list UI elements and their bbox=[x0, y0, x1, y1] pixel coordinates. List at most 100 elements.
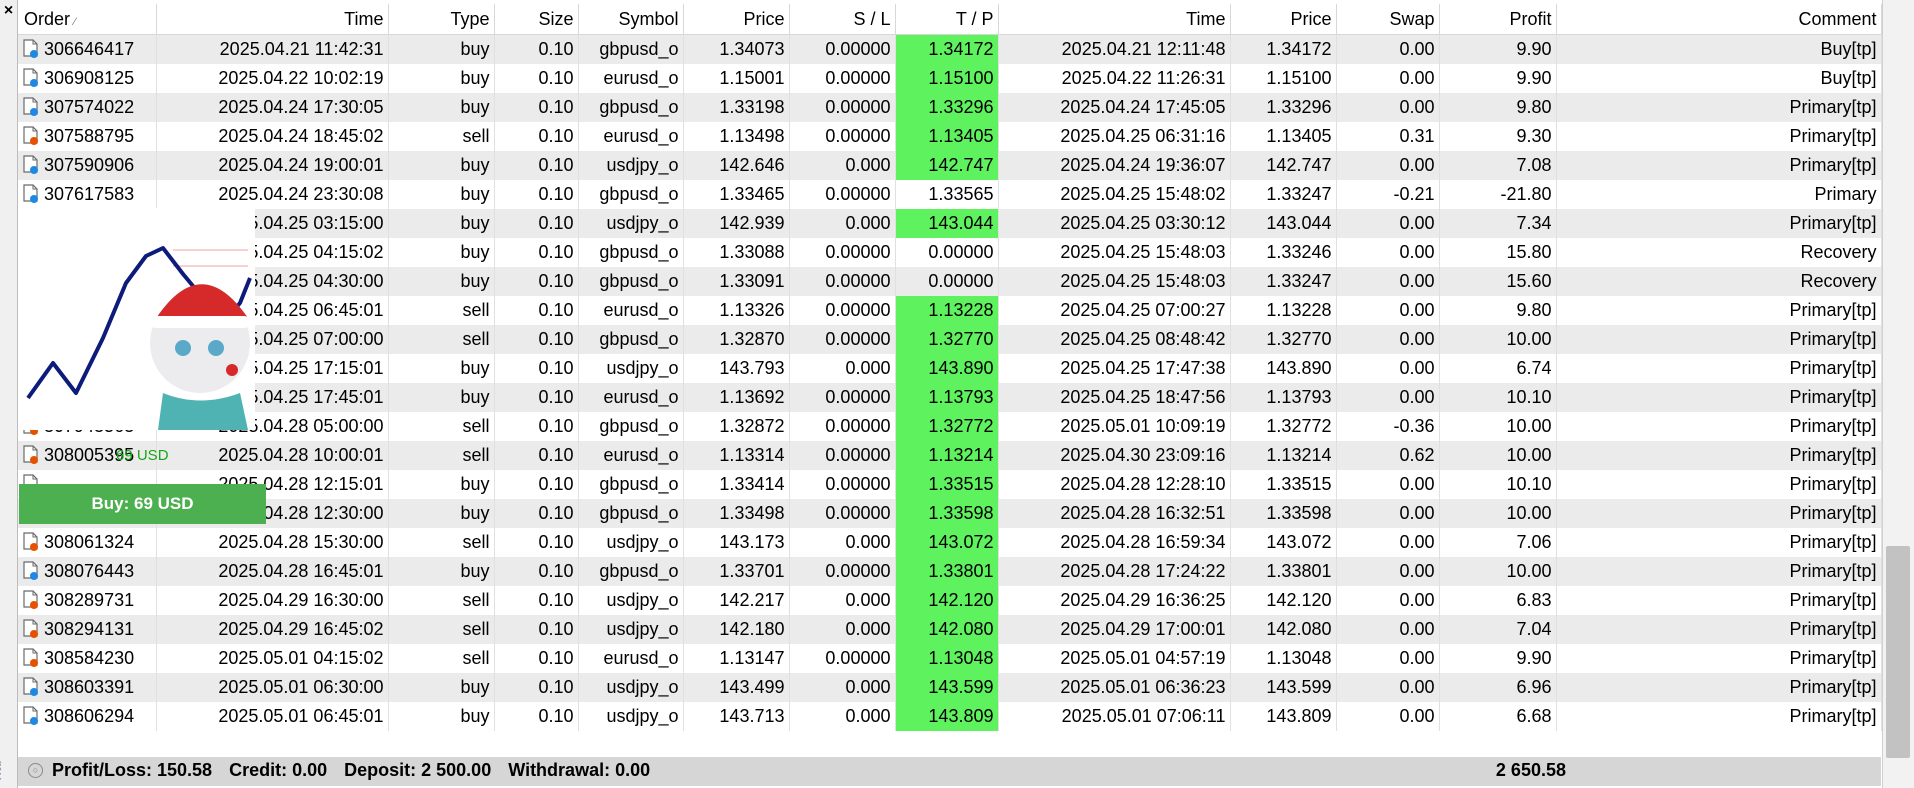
order-number: 308606294 bbox=[44, 706, 135, 726]
type-cell: buy bbox=[388, 64, 495, 93]
swap-cell: 0.00 bbox=[1336, 499, 1440, 528]
table-row[interactable]: 2025.04.25 04:15:02 buy 0.10 gbpusd_o 1.3308… bbox=[18, 238, 1882, 267]
column-header-order[interactable]: Order ⁄ bbox=[18, 4, 157, 35]
table-row[interactable]: 308603391 2025.05.01 06:30:00 buy 0.10 usdjp… bbox=[18, 673, 1882, 702]
column-header-profit[interactable]: Profit bbox=[1439, 4, 1557, 35]
table-body: 306646417 2025.04.21 11:42:31 buy 0.10 gbpus… bbox=[18, 34, 1882, 731]
table-row[interactable]: 2025.04.25 17:15:01 buy 0.10 usdjpy_o 143.79… bbox=[18, 354, 1882, 383]
table-row[interactable]: 308076443 2025.04.28 16:45:01 buy 0.10 gbpus… bbox=[18, 557, 1882, 586]
swap-cell: 0.00 bbox=[1336, 325, 1440, 354]
column-header-close-price[interactable]: Price bbox=[1230, 4, 1337, 35]
profit-cell: -21.80 bbox=[1439, 180, 1557, 209]
comment-cell: Primary[tp] bbox=[1556, 528, 1882, 557]
open-time-cell: 2025.04.28 16:45:01 bbox=[156, 557, 389, 586]
table-row[interactable]: 3080329262025.04.28 12:30:00buy0.10gbpus… bbox=[18, 499, 1882, 528]
profit-cell: 10.00 bbox=[1439, 412, 1557, 441]
table-row[interactable]: 306646417 2025.04.21 11:42:31 buy 0.10 gbpus… bbox=[18, 34, 1882, 64]
promo-overlay-image[interactable] bbox=[18, 208, 255, 430]
size-cell: 0.10 bbox=[494, 209, 579, 238]
column-header-size[interactable]: Size bbox=[494, 4, 579, 35]
profit-cell: 15.60 bbox=[1439, 267, 1557, 296]
comment-cell: Primary[tp] bbox=[1556, 209, 1882, 238]
symbol-cell: gbpusd_o bbox=[578, 412, 684, 441]
table-row[interactable]: 2025.04.25 04:30:00 buy 0.10 gbpusd_o 1.3309… bbox=[18, 267, 1882, 296]
order-cell: 307590906 bbox=[18, 151, 157, 180]
tp-cell: 1.33565 bbox=[895, 180, 999, 209]
symbol-cell: eurusd_o bbox=[578, 644, 684, 673]
comment-cell: Primary bbox=[1556, 180, 1882, 209]
comment-cell: Primary[tp] bbox=[1556, 557, 1882, 586]
table-row[interactable]: 2025.04.25 06:45:01 sell 0.10 eurusd_o 1.133… bbox=[18, 296, 1882, 325]
sl-cell: 0.000 bbox=[789, 702, 896, 731]
table-row[interactable]: 308289731 2025.04.29 16:30:00 sell 0.10 usdj… bbox=[18, 586, 1882, 615]
order-cell: 307574022 bbox=[18, 93, 157, 122]
comment-cell: Primary[tp] bbox=[1556, 354, 1882, 383]
profit-cell: 10.00 bbox=[1439, 441, 1557, 470]
trade-sell-icon bbox=[22, 126, 39, 146]
tp-cell: 143.599 bbox=[895, 673, 999, 702]
buy-button[interactable]: Buy: 69 USD bbox=[19, 484, 266, 524]
table-row[interactable]: 307574022 2025.04.24 17:30:05 buy 0.10 gbpus… bbox=[18, 93, 1882, 122]
open-price-cell: 1.33498 bbox=[683, 499, 790, 528]
column-header-sl[interactable]: S / L bbox=[789, 4, 896, 35]
profit-cell: 6.83 bbox=[1439, 586, 1557, 615]
table-row[interactable]: 2025.04.25 03:15:00 buy 0.10 usdjpy_o 142.93… bbox=[18, 209, 1882, 238]
column-header-type[interactable]: Type bbox=[388, 4, 495, 35]
table-row[interactable]: 307617583 2025.04.24 23:30:08 buy 0.10 gbpus… bbox=[18, 180, 1882, 209]
trade-sell-icon bbox=[22, 445, 39, 465]
column-header-tp[interactable]: T / P bbox=[895, 4, 999, 35]
table-row[interactable]: 307588795 2025.04.24 18:45:02 sell 0.10 euru… bbox=[18, 122, 1882, 151]
swap-cell: 0.31 bbox=[1336, 122, 1440, 151]
order-cell: 308606294 bbox=[18, 702, 157, 731]
size-cell: 0.10 bbox=[494, 238, 579, 267]
profit-cell: 7.06 bbox=[1439, 528, 1557, 557]
comment-cell: Primary[tp] bbox=[1556, 93, 1882, 122]
open-price-cell: 143.713 bbox=[683, 702, 790, 731]
column-header-open-price[interactable]: Price bbox=[683, 4, 790, 35]
profit-cell: 7.08 bbox=[1439, 151, 1557, 180]
column-header-swap[interactable]: Swap bbox=[1336, 4, 1440, 35]
column-header-comment[interactable]: Comment bbox=[1556, 4, 1882, 35]
close-time-cell: 2025.05.01 06:36:23 bbox=[998, 673, 1231, 702]
sl-cell: 0.000 bbox=[789, 615, 896, 644]
tp-cell: 143.072 bbox=[895, 528, 999, 557]
close-time-cell: 2025.04.25 15:48:03 bbox=[998, 238, 1231, 267]
tp-cell: 142.080 bbox=[895, 615, 999, 644]
type-cell: buy bbox=[388, 151, 495, 180]
table-row[interactable]: 308294131 2025.04.29 16:45:02 sell 0.10 usdj… bbox=[18, 615, 1882, 644]
close-price-cell: 1.32770 bbox=[1230, 325, 1337, 354]
swap-cell: 0.00 bbox=[1336, 673, 1440, 702]
table-row[interactable]: 3079435632025.04.28 05:00:00sell0.10gbpu… bbox=[18, 412, 1882, 441]
table-row[interactable]: 2025.04.25 17:45:01 buy 0.10 eurusd_o 1.1369… bbox=[18, 383, 1882, 412]
table-row[interactable]: 308584230 2025.05.01 04:15:02 sell 0.10 euru… bbox=[18, 644, 1882, 673]
open-time-cell: 2025.04.24 19:00:01 bbox=[156, 151, 389, 180]
table-row[interactable]: 308005395 2025.04.28 10:00:01 sell 0.10 euru… bbox=[18, 441, 1882, 470]
close-icon[interactable]: × bbox=[0, 0, 17, 22]
close-price-cell: 142.080 bbox=[1230, 615, 1337, 644]
column-header-open-time[interactable]: Time bbox=[156, 4, 389, 35]
table-row[interactable]: 2025.04.25 07:00:00 sell 0.10 gbpusd_o 1.328… bbox=[18, 325, 1882, 354]
table-row[interactable]: 308606294 2025.05.01 06:45:01 buy 0.10 usdjp… bbox=[18, 702, 1882, 731]
sl-cell: 0.00000 bbox=[789, 267, 896, 296]
order-cell: 308061324 bbox=[18, 528, 157, 557]
sl-cell: 0.00000 bbox=[789, 122, 896, 151]
profit-loss-value: Profit/Loss: 150.58 bbox=[52, 760, 213, 780]
vertical-scrollbar-thumb[interactable] bbox=[1886, 546, 1910, 758]
close-time-cell: 2025.04.24 17:45:05 bbox=[998, 93, 1231, 122]
trade-buy-icon bbox=[22, 39, 39, 59]
table-row[interactable]: 2025.04.28 12:15:01 buy 0.10 gbpusd_o 1.3341… bbox=[18, 470, 1882, 499]
type-cell: sell bbox=[388, 325, 495, 354]
close-time-cell: 2025.04.30 23:09:16 bbox=[998, 441, 1231, 470]
size-cell: 0.10 bbox=[494, 586, 579, 615]
type-cell: buy bbox=[388, 238, 495, 267]
sl-cell: 0.00000 bbox=[789, 180, 896, 209]
open-price-cell: 1.33465 bbox=[683, 180, 790, 209]
profit-cell: 9.90 bbox=[1439, 34, 1557, 64]
open-time-cell: 2025.04.24 23:30:08 bbox=[156, 180, 389, 209]
column-header-close-time[interactable]: Time bbox=[998, 4, 1231, 35]
tp-cell: 143.890 bbox=[895, 354, 999, 383]
table-row[interactable]: 306908125 2025.04.22 10:02:19 buy 0.10 eurus… bbox=[18, 64, 1882, 93]
table-row[interactable]: 307590906 2025.04.24 19:00:01 buy 0.10 usdjp… bbox=[18, 151, 1882, 180]
table-row[interactable]: 308061324 2025.04.28 15:30:00 sell 0.10 usdj… bbox=[18, 528, 1882, 557]
column-header-symbol[interactable]: Symbol bbox=[578, 4, 684, 35]
